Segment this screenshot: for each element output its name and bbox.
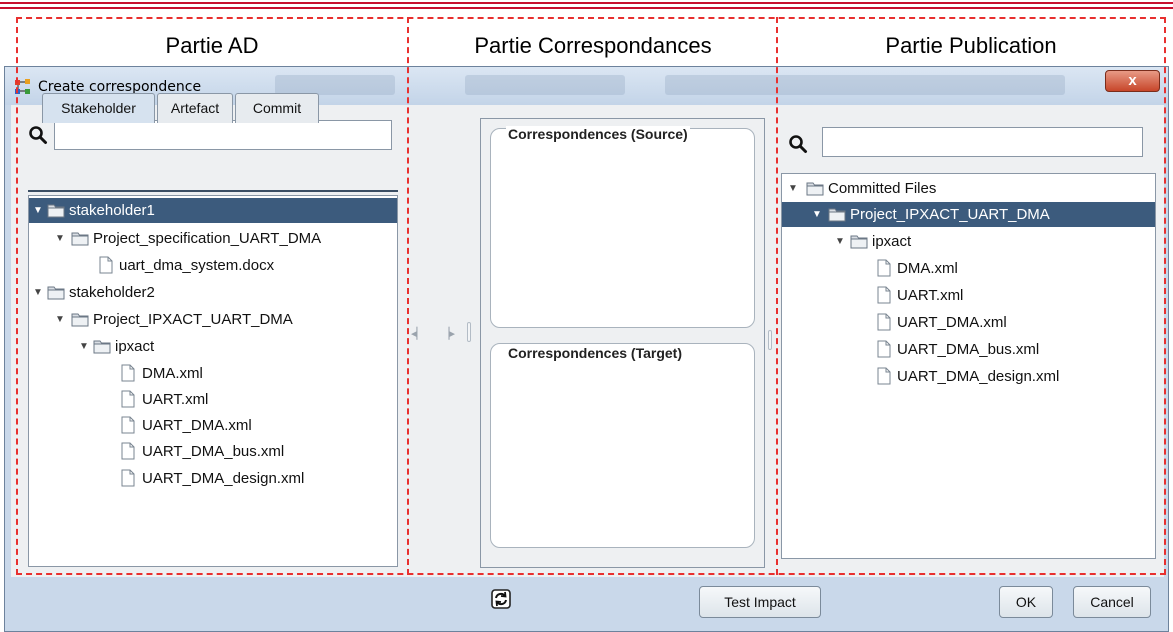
publication-search-input[interactable] (822, 127, 1143, 157)
label-partie-publication: Partie Publication (885, 33, 1057, 58)
tree-folder-row[interactable]: ▼ Project_IPXACT_UART_DMA (782, 202, 1155, 227)
tree-file-row[interactable]: UART_DMA_design.xml (782, 364, 1155, 389)
file-icon (119, 416, 137, 434)
tree-item-label: stakeholder2 (69, 284, 155, 301)
app-icon (15, 79, 30, 94)
tree-folder-row[interactable]: ▼ Project_IPXACT_UART_DMA (29, 307, 397, 332)
correspondences-source-box[interactable] (490, 128, 755, 328)
folder-icon (71, 229, 89, 247)
tree-folder-row[interactable]: ▼ stakeholder2 (29, 280, 397, 305)
tree-folder-row[interactable]: ▼ Committed Files (782, 176, 1155, 201)
tree-item-label: DMA.xml (142, 365, 203, 382)
file-icon (119, 469, 137, 487)
tab-underline (28, 190, 398, 192)
stakeholder-tree-panel: ▼ stakeholder1 ▼ Project_specification_UART… (28, 195, 398, 567)
tree-item-label: UART.xml (142, 391, 209, 408)
file-icon (875, 340, 893, 358)
folder-icon (71, 310, 89, 328)
expand-arrow-icon[interactable]: ▼ (788, 184, 798, 194)
file-icon (119, 442, 137, 460)
header-rule-top (0, 2, 1173, 4)
folder-icon (47, 201, 65, 219)
file-icon (875, 313, 893, 331)
tree-file-row[interactable]: UART_DMA.xml (782, 310, 1155, 335)
test-impact-button[interactable]: Test Impact (699, 586, 821, 618)
file-icon (119, 364, 137, 382)
search-icon (29, 126, 47, 144)
tree-file-row[interactable]: DMA.xml (29, 361, 397, 386)
expand-arrow-icon[interactable]: ▼ (55, 234, 65, 244)
file-icon (875, 286, 893, 304)
expand-arrow-icon[interactable]: ▼ (55, 315, 65, 325)
folder-icon (806, 179, 824, 197)
tree-item-label: uart_dma_system.docx (119, 257, 275, 274)
correspondences-target-title: Correspondences (Target) (506, 345, 684, 361)
file-icon (97, 256, 115, 274)
tree-file-row[interactable]: DMA.xml (782, 256, 1155, 281)
background-blur (275, 75, 395, 95)
committed-files-tree-panel: ▼ Committed Files ▼ Project_IPXACT_UART_DMA… (781, 173, 1156, 559)
tree-item-label: UART_DMA.xml (142, 417, 252, 434)
expand-arrow-icon[interactable]: ▼ (33, 288, 43, 298)
tree-item-label: UART_DMA_design.xml (142, 470, 305, 487)
expand-arrow-icon[interactable]: ▼ (812, 210, 822, 220)
tree-item-label: UART.xml (897, 287, 964, 304)
correspondences-source-title: Correspondences (Source) (506, 126, 690, 142)
folder-icon (93, 337, 111, 355)
tree-folder-row[interactable]: ▼ Project_specification_UART_DMA (29, 226, 397, 251)
file-icon (119, 390, 137, 408)
tab-artefact[interactable]: Artefact (157, 93, 233, 123)
close-button[interactable]: x (1105, 70, 1160, 92)
tab-stakeholder[interactable]: Stakeholder (42, 93, 155, 123)
correspondences-target-box[interactable] (490, 343, 755, 548)
expand-arrow-icon[interactable]: ▼ (835, 237, 845, 247)
splitter-grip-right[interactable] (768, 330, 772, 350)
tree-item-label: ipxact (115, 338, 155, 355)
tree-folder-row[interactable]: ▼ ipxact (29, 334, 397, 359)
label-partie-correspondances: Partie Correspondances (474, 33, 712, 58)
file-icon (875, 259, 893, 277)
tree-item-label: DMA.xml (897, 260, 958, 277)
refresh-icon[interactable] (491, 589, 511, 609)
tree-item-label: UART_DMA_bus.xml (142, 443, 285, 460)
tree-item-label: UART_DMA_design.xml (897, 368, 1060, 385)
tree-item-label: UART_DMA.xml (897, 314, 1007, 331)
tree-folder-row[interactable]: ▼ ipxact (782, 229, 1155, 254)
tree-file-row[interactable]: UART_DMA_bus.xml (29, 439, 397, 464)
folder-icon (47, 283, 65, 301)
folder-icon (850, 232, 868, 250)
tree-file-row[interactable]: UART.xml (29, 387, 397, 412)
tree-file-row[interactable]: UART.xml (782, 283, 1155, 308)
search-icon (789, 135, 807, 153)
tree-item-label: ipxact (872, 233, 912, 250)
background-blur (665, 75, 1065, 95)
cancel-button[interactable]: Cancel (1073, 586, 1151, 618)
tree-item-label: Project_specification_UART_DMA (93, 230, 322, 247)
expand-arrow-icon[interactable]: ▼ (33, 206, 43, 216)
tree-file-row[interactable]: UART_DMA_bus.xml (782, 337, 1155, 362)
label-partie-ad: Partie AD (165, 33, 259, 58)
stakeholder-search-input[interactable] (54, 120, 392, 150)
tree-file-row[interactable]: UART_DMA_design.xml (29, 466, 397, 491)
tree-item-label: UART_DMA_bus.xml (897, 341, 1040, 358)
tree-file-row[interactable]: uart_dma_system.docx (29, 253, 397, 278)
background-blur (465, 75, 625, 95)
tree-item-label: Project_IPXACT_UART_DMA (93, 311, 293, 328)
tree-file-row[interactable]: UART_DMA.xml (29, 413, 397, 438)
ok-button[interactable]: OK (999, 586, 1053, 618)
tree-item-label: Committed Files (828, 180, 937, 197)
tab-commit[interactable]: Commit (235, 93, 319, 123)
tree-item-label: stakeholder1 (69, 202, 155, 219)
header-rule-bottom (0, 7, 1173, 9)
expand-arrow-icon[interactable]: ▼ (79, 342, 89, 352)
move-right-arrow-icon[interactable]: ▕▸ (440, 327, 456, 341)
splitter-grip-left[interactable] (467, 322, 471, 342)
tree-folder-row[interactable]: ▼ stakeholder1 (29, 198, 397, 223)
folder-icon (828, 205, 846, 223)
file-icon (875, 367, 893, 385)
tree-item-label: Project_IPXACT_UART_DMA (850, 206, 1050, 223)
move-left-arrow-icon[interactable]: ◂▏ (410, 327, 426, 341)
